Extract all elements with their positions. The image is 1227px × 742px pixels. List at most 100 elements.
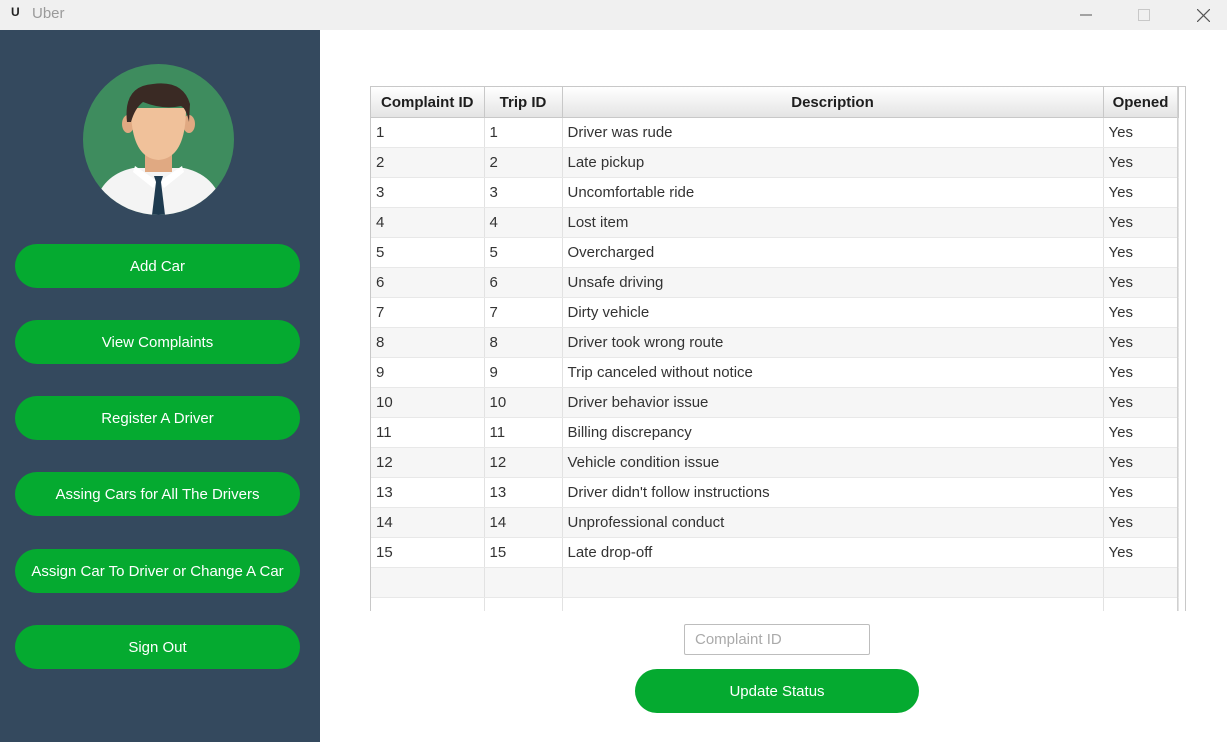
- table-cell: Yes: [1103, 207, 1179, 238]
- title-bar: U Uber: [0, 0, 1227, 30]
- table-cell: 8: [371, 327, 485, 358]
- table-cell: [371, 597, 485, 611]
- table-row[interactable]: 4 4 Lost item Yes: [371, 207, 1179, 238]
- table-cell: Late pickup: [562, 147, 1104, 178]
- update-status-button[interactable]: Update Status: [635, 669, 919, 713]
- table-cell: [562, 597, 1104, 611]
- table-cell: Billing discrepancy: [562, 417, 1104, 448]
- table-cell: Yes: [1103, 297, 1179, 328]
- table-cell: 8: [484, 327, 563, 358]
- table-cell: Driver was rude: [562, 117, 1104, 148]
- table-cell: 4: [371, 207, 485, 238]
- table-cell: 6: [484, 267, 563, 298]
- table-cell: Driver behavior issue: [562, 387, 1104, 418]
- table-cell: 5: [484, 237, 563, 268]
- maximize-button[interactable]: [1121, 0, 1167, 30]
- table-cell: Driver took wrong route: [562, 327, 1104, 358]
- table-cell: 12: [371, 447, 485, 478]
- table-cell: 7: [484, 297, 563, 328]
- register-driver-button[interactable]: Register A Driver: [15, 396, 300, 440]
- table-cell: [484, 597, 563, 611]
- table-cell: Yes: [1103, 357, 1179, 388]
- table-row[interactable]: 1 1 Driver was rude Yes: [371, 117, 1179, 148]
- table-row-empty[interactable]: [371, 567, 1179, 598]
- complaint-id-input[interactable]: [684, 624, 870, 655]
- user-avatar-icon: [83, 64, 234, 215]
- table-cell: Yes: [1103, 177, 1179, 208]
- table-cell: 11: [371, 417, 485, 448]
- table-header-row: Complaint ID Trip ID Description Opened: [371, 87, 1179, 118]
- table-row-empty[interactable]: [371, 597, 1179, 611]
- table-cell: [371, 567, 485, 598]
- table-row[interactable]: 13 13 Driver didn't follow instructions Yes: [371, 477, 1179, 508]
- column-header-trip-id[interactable]: Trip ID: [484, 87, 563, 118]
- app-logo-icon: U: [11, 5, 20, 19]
- table-cell: 5: [371, 237, 485, 268]
- table-row[interactable]: 3 3 Uncomfortable ride Yes: [371, 177, 1179, 208]
- table-cell: [1103, 597, 1179, 611]
- column-header-complaint-id[interactable]: Complaint ID: [371, 87, 485, 118]
- table-cell: 7: [371, 297, 485, 328]
- table-row[interactable]: 8 8 Driver took wrong route Yes: [371, 327, 1179, 358]
- table-row[interactable]: 15 15 Late drop-off Yes: [371, 537, 1179, 568]
- table-cell: 15: [371, 537, 485, 568]
- window-title: Uber: [32, 5, 65, 22]
- close-button[interactable]: [1180, 0, 1226, 30]
- minimize-icon: [1080, 14, 1092, 16]
- table-cell: Yes: [1103, 507, 1179, 538]
- view-complaints-button[interactable]: View Complaints: [15, 320, 300, 364]
- table-cell: Yes: [1103, 477, 1179, 508]
- table-cell: 3: [484, 177, 563, 208]
- table-scrollbar-track[interactable]: [1177, 87, 1178, 611]
- table-cell: 14: [484, 507, 563, 538]
- table-cell: Yes: [1103, 267, 1179, 298]
- table-cell: Vehicle condition issue: [562, 447, 1104, 478]
- table-cell: Yes: [1103, 447, 1179, 478]
- table-cell: Driver didn't follow instructions: [562, 477, 1104, 508]
- table-cell: Trip canceled without notice: [562, 357, 1104, 388]
- table-row[interactable]: 14 14 Unprofessional conduct Yes: [371, 507, 1179, 538]
- table-cell: 10: [371, 387, 485, 418]
- table-cell: 13: [484, 477, 563, 508]
- table-cell: 10: [484, 387, 563, 418]
- table-row[interactable]: 6 6 Unsafe driving Yes: [371, 267, 1179, 298]
- table-cell: [1103, 567, 1179, 598]
- table-cell: 2: [484, 147, 563, 178]
- table-cell: 1: [371, 117, 485, 148]
- table-row[interactable]: 2 2 Late pickup Yes: [371, 147, 1179, 178]
- table-cell: Lost item: [562, 207, 1104, 238]
- maximize-icon: [1138, 9, 1150, 21]
- sign-out-button[interactable]: Sign Out: [15, 625, 300, 669]
- table-row[interactable]: 7 7 Dirty vehicle Yes: [371, 297, 1179, 328]
- table-row[interactable]: 5 5 Overcharged Yes: [371, 237, 1179, 268]
- add-car-button[interactable]: Add Car: [15, 244, 300, 288]
- assign-car-to-driver-button[interactable]: Assign Car To Driver or Change A Car: [15, 549, 300, 593]
- assign-cars-all-drivers-button[interactable]: Assing Cars for All The Drivers: [15, 472, 300, 516]
- table-cell: Yes: [1103, 537, 1179, 568]
- table-cell: 9: [484, 357, 563, 388]
- table-cell: Dirty vehicle: [562, 297, 1104, 328]
- minimize-button[interactable]: [1063, 0, 1109, 30]
- complaints-table[interactable]: Complaint ID Trip ID Description Opened …: [370, 86, 1186, 611]
- table-cell: Yes: [1103, 417, 1179, 448]
- table-cell: 1: [484, 117, 563, 148]
- table-cell: 4: [484, 207, 563, 238]
- column-header-description[interactable]: Description: [562, 87, 1104, 118]
- table-cell: 15: [484, 537, 563, 568]
- table-cell: Late drop-off: [562, 537, 1104, 568]
- table-cell: Overcharged: [562, 237, 1104, 268]
- table-row[interactable]: 11 11 Billing discrepancy Yes: [371, 417, 1179, 448]
- table-row[interactable]: 12 12 Vehicle condition issue Yes: [371, 447, 1179, 478]
- table-row[interactable]: 10 10 Driver behavior issue Yes: [371, 387, 1179, 418]
- table-cell: Yes: [1103, 147, 1179, 178]
- table-cell: Yes: [1103, 387, 1179, 418]
- table-cell: Yes: [1103, 327, 1179, 358]
- column-header-opened[interactable]: Opened: [1103, 87, 1179, 118]
- table-cell: Unsafe driving: [562, 267, 1104, 298]
- table-row[interactable]: 9 9 Trip canceled without notice Yes: [371, 357, 1179, 388]
- table-cell: 11: [484, 417, 563, 448]
- sidebar: Add Car View Complaints Register A Drive…: [0, 30, 320, 742]
- table-cell: Yes: [1103, 117, 1179, 148]
- table-cell: 2: [371, 147, 485, 178]
- table-cell: [562, 567, 1104, 598]
